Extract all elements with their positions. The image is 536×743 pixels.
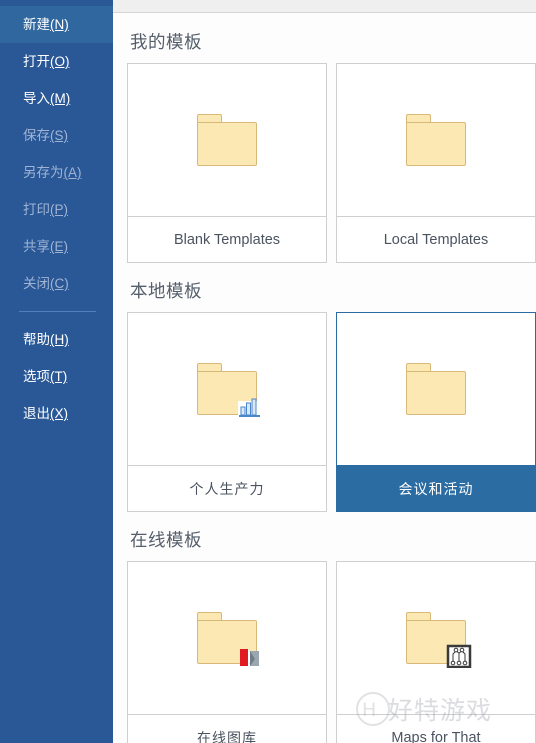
- template-card-label[interactable]: Maps for That: [337, 714, 535, 743]
- template-card-label[interactable]: Blank Templates: [128, 216, 326, 262]
- sidebar-item-9[interactable]: 选项(T): [0, 358, 113, 395]
- template-card-thumbnail[interactable]: [128, 562, 326, 714]
- sidebar-item-accelerator: (P): [50, 202, 68, 217]
- sidebar-item-5: 打印(P): [0, 191, 113, 228]
- sidebar-divider: [19, 311, 96, 312]
- template-card[interactable]: Maps for That: [336, 561, 536, 743]
- folder-icon: [197, 612, 259, 666]
- template-card-label[interactable]: 个人生产力: [128, 465, 326, 511]
- template-card[interactable]: 会议和活动: [336, 312, 536, 512]
- template-card-row: Blank Templates Local Templates: [127, 63, 536, 263]
- sidebar-item-accelerator: (A): [63, 165, 82, 180]
- template-card[interactable]: 在线图库: [127, 561, 327, 743]
- template-card-row: 个人生产力 会议和活动: [127, 312, 536, 512]
- template-card-label[interactable]: Local Templates: [337, 216, 535, 262]
- template-card[interactable]: Blank Templates: [127, 63, 327, 263]
- sidebar-item-label: 共享: [23, 239, 50, 254]
- template-card[interactable]: Local Templates: [336, 63, 536, 263]
- visio-logo-badge-icon: [237, 642, 263, 668]
- sidebar-item-accelerator: (X): [50, 406, 68, 421]
- sidebar-item-accelerator: (T): [50, 369, 68, 384]
- sidebar-item-6: 共享(E): [0, 228, 113, 265]
- template-card-label[interactable]: 会议和活动: [337, 465, 535, 511]
- template-card-thumbnail[interactable]: [128, 313, 326, 465]
- sidebar-item-accelerator: (C): [50, 276, 69, 291]
- template-card-thumbnail[interactable]: [128, 64, 326, 216]
- sidebar-item-label: 选项: [23, 369, 50, 384]
- sidebar-item-label: 关闭: [23, 276, 50, 291]
- template-section-0: 我的模板 Blank Templates Local Templates: [127, 14, 536, 263]
- sidebar-item-label: 另存为: [23, 165, 64, 180]
- bar-chart-badge-icon: [237, 393, 263, 419]
- template-card[interactable]: 个人生产力: [127, 312, 327, 512]
- template-card-thumbnail[interactable]: [337, 64, 535, 216]
- sidebar-item-accelerator: (H): [50, 332, 69, 347]
- sidebar-item-label: 导入: [23, 91, 50, 106]
- sidebar-item-accelerator: (E): [50, 239, 68, 254]
- template-card-row: 在线图库 Maps for That: [127, 561, 536, 743]
- sidebar-item-accelerator: (N): [50, 17, 69, 32]
- sidebar-item-accelerator: (O): [50, 54, 70, 69]
- sidebar-item-accelerator: (S): [50, 128, 68, 143]
- sidebar-item-3: 保存(S): [0, 117, 113, 154]
- folder-icon: [197, 363, 262, 417]
- section-title: 在线模板: [130, 530, 202, 550]
- sidebar-item-label: 新建: [23, 17, 50, 32]
- sidebar-item-2[interactable]: 导入(M): [0, 80, 113, 117]
- sidebar-item-4: 另存为(A): [0, 154, 113, 191]
- section-title: 本地模板: [130, 281, 202, 301]
- section-title: 我的模板: [130, 32, 202, 52]
- main-content-area: 我的模板 Blank Templates Local Templates 本地模板 个人…: [113, 0, 536, 743]
- network-diagram-badge-icon: [446, 642, 472, 669]
- folder-body: [197, 122, 257, 166]
- sidebar-item-8[interactable]: 帮助(H): [0, 321, 113, 358]
- templates-scroll-region[interactable]: 我的模板 Blank Templates Local Templates 本地模板 个人…: [113, 14, 536, 743]
- top-bar: [113, 0, 536, 13]
- sidebar-item-label: 打开: [23, 54, 50, 69]
- sidebar-item-1[interactable]: 打开(O): [0, 43, 113, 80]
- application-window: 新建(N) 打开(O) 导入(M) 保存(S) 另存为(A) 打印(P) 共享(E) 关闭(C…: [0, 0, 536, 743]
- folder-icon: [197, 114, 257, 166]
- template-card-label[interactable]: 在线图库: [128, 714, 326, 743]
- folder-body: [406, 122, 466, 166]
- folder-icon: [406, 363, 466, 415]
- sidebar-item-label: 保存: [23, 128, 50, 143]
- folder-icon: [406, 612, 472, 669]
- sidebar-item-10[interactable]: 退出(X): [0, 395, 113, 432]
- backstage-sidebar: 新建(N) 打开(O) 导入(M) 保存(S) 另存为(A) 打印(P) 共享(E) 关闭(C…: [0, 0, 113, 743]
- folder-icon: [406, 114, 466, 166]
- template-section-1: 本地模板个人生产力 会议和活动: [127, 263, 536, 512]
- sidebar-item-label: 打印: [23, 202, 50, 217]
- folder-body: [406, 371, 466, 415]
- template-section-2: 在线模板在线图库 Maps for That: [127, 512, 536, 743]
- template-card-thumbnail[interactable]: [337, 562, 535, 714]
- sidebar-item-label: 帮助: [23, 332, 50, 347]
- template-card-thumbnail[interactable]: [337, 313, 535, 465]
- sidebar-item-7: 关闭(C): [0, 265, 113, 302]
- sidebar-item-accelerator: (M): [50, 91, 71, 106]
- sidebar-item-0[interactable]: 新建(N): [0, 6, 113, 43]
- sidebar-item-label: 退出: [23, 406, 50, 421]
